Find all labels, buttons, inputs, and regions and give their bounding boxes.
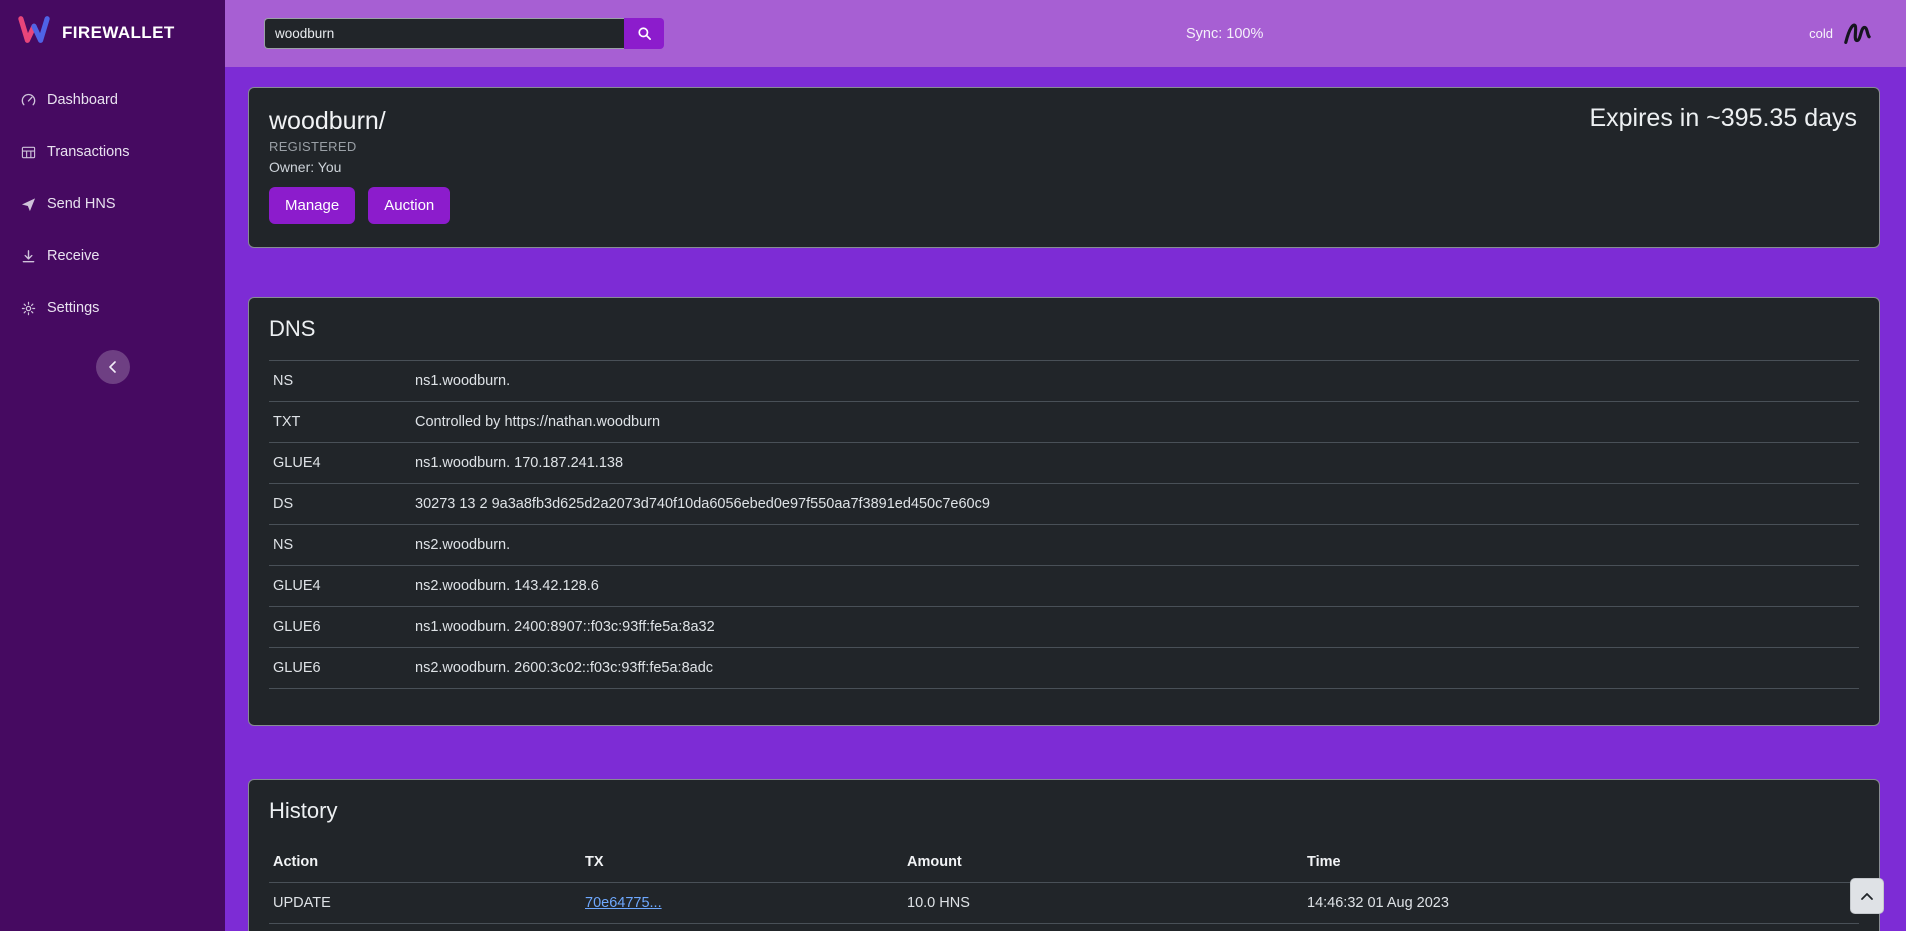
dns-record-type: TXT [269, 402, 411, 443]
history-header-row: ActionTXAmountTime [269, 842, 1859, 882]
expires-label: Expires in ~395.35 days [1589, 104, 1857, 133]
brand-name: FIREWALLET [62, 23, 175, 43]
domain-owner: Owner: You [269, 159, 1859, 175]
history-card: History ActionTXAmountTime UPDATE 70e647… [248, 779, 1880, 931]
topbar-right: cold [1809, 0, 1872, 67]
dns-record-row: GLUE6 ns1.woodburn. 2400:8907::f03c:93ff… [269, 607, 1859, 648]
history-row: UPDATE 70e64775... 10.0 HNS 14:46:32 01 … [269, 882, 1859, 923]
dns-record-row: NS ns2.woodburn. [269, 525, 1859, 566]
topbar: Sync: 100% cold [225, 0, 1906, 67]
auction-button[interactable]: Auction [368, 187, 450, 224]
dns-table: NS ns1.woodburn. TXT Controlled by https… [269, 360, 1859, 689]
sidebar-item-receive[interactable]: Receive [0, 230, 225, 282]
history-col-action: Action [269, 842, 581, 882]
history-action: RENEW [269, 923, 581, 931]
table-icon [20, 144, 36, 160]
dns-record-type: GLUE4 [269, 443, 411, 484]
history-col-tx: TX [581, 842, 903, 882]
sidebar-item-label: Dashboard [47, 92, 118, 108]
history-amount: 10.0 HNS [903, 923, 1303, 931]
history-amount: 10.0 HNS [903, 882, 1303, 923]
main-content: woodburn/ REGISTERED Owner: You Manage A… [225, 67, 1906, 931]
sidebar: FIREWALLET Dashboard Transactions Send H… [0, 0, 225, 931]
history-action: UPDATE [269, 882, 581, 923]
dns-record-type: GLUE4 [269, 566, 411, 607]
chevron-left-icon [108, 361, 118, 373]
history-row: RENEW 4fda5c32... 10.0 HNS 15:45:06 07 J… [269, 923, 1859, 931]
firewallet-logo-icon [16, 15, 52, 50]
domain-actions: Manage Auction [269, 187, 1859, 224]
sidebar-item-dashboard[interactable]: Dashboard [0, 74, 225, 126]
history-time: 15:45:06 07 Jul 2023 [1303, 923, 1859, 931]
sidebar-item-transactions[interactable]: Transactions [0, 126, 225, 178]
send-icon [20, 196, 36, 212]
history-table: ActionTXAmountTime UPDATE 70e64775... 10… [269, 842, 1859, 931]
receive-icon [20, 248, 36, 264]
dns-record-value: ns1.woodburn. [411, 361, 1859, 402]
search-button[interactable] [624, 18, 664, 49]
sidebar-item-label: Transactions [47, 144, 129, 160]
history-title: History [269, 798, 1859, 824]
sidebar-item-label: Send HNS [47, 196, 116, 212]
tx-link[interactable]: 70e64775... [585, 895, 662, 911]
sidebar-item-label: Settings [47, 300, 99, 316]
dns-record-row: TXT Controlled by https://nathan.woodbur… [269, 402, 1859, 443]
domain-card: woodburn/ REGISTERED Owner: You Manage A… [248, 87, 1880, 248]
dns-record-value: ns2.woodburn. 2600:3c02::f03c:93ff:fe5a:… [411, 648, 1859, 689]
wallet-logo-icon [1842, 20, 1872, 48]
history-col-amount: Amount [903, 842, 1303, 882]
dns-record-type: GLUE6 [269, 648, 411, 689]
dns-record-row: GLUE4 ns1.woodburn. 170.187.241.138 [269, 443, 1859, 484]
sidebar-item-label: Receive [47, 248, 99, 264]
search-bar [264, 18, 664, 49]
search-icon [637, 26, 652, 41]
dns-record-value: Controlled by https://nathan.woodburn [411, 402, 1859, 443]
sidebar-item-send-hns[interactable]: Send HNS [0, 178, 225, 230]
gear-icon [20, 300, 36, 316]
wallet-label: cold [1809, 26, 1833, 41]
dns-record-row: GLUE6 ns2.woodburn. 2600:3c02::f03c:93ff… [269, 648, 1859, 689]
dns-record-value: ns2.woodburn. [411, 525, 1859, 566]
dns-record-value: 30273 13 2 9a3a8fb3d625d2a2073d740f10da6… [411, 484, 1859, 525]
dns-title: DNS [269, 316, 1859, 342]
history-time: 14:46:32 01 Aug 2023 [1303, 882, 1859, 923]
dns-record-row: NS ns1.woodburn. [269, 361, 1859, 402]
chevron-up-icon [1860, 891, 1874, 901]
brand: FIREWALLET [0, 0, 225, 60]
sync-status: Sync: 100% [1186, 0, 1263, 67]
dns-card: DNS NS ns1.woodburn. TXT Controlled by h… [248, 297, 1880, 726]
history-col-time: Time [1303, 842, 1859, 882]
manage-button[interactable]: Manage [269, 187, 355, 224]
dns-record-type: GLUE6 [269, 607, 411, 648]
search-input[interactable] [264, 18, 624, 49]
dns-record-row: DS 30273 13 2 9a3a8fb3d625d2a2073d740f10… [269, 484, 1859, 525]
dns-record-type: NS [269, 525, 411, 566]
sidebar-collapse-button[interactable] [96, 350, 130, 384]
speedometer-icon [20, 92, 36, 108]
dns-record-row: GLUE4 ns2.woodburn. 143.42.128.6 [269, 566, 1859, 607]
dns-record-type: NS [269, 361, 411, 402]
domain-status: REGISTERED [269, 139, 1859, 154]
scroll-to-top-button[interactable] [1850, 878, 1884, 914]
sidebar-item-settings[interactable]: Settings [0, 282, 225, 334]
sidebar-menu: Dashboard Transactions Send HNS Receive … [0, 74, 225, 334]
dns-record-type: DS [269, 484, 411, 525]
dns-record-value: ns1.woodburn. 2400:8907::f03c:93ff:fe5a:… [411, 607, 1859, 648]
dns-record-value: ns1.woodburn. 170.187.241.138 [411, 443, 1859, 484]
dns-record-value: ns2.woodburn. 143.42.128.6 [411, 566, 1859, 607]
